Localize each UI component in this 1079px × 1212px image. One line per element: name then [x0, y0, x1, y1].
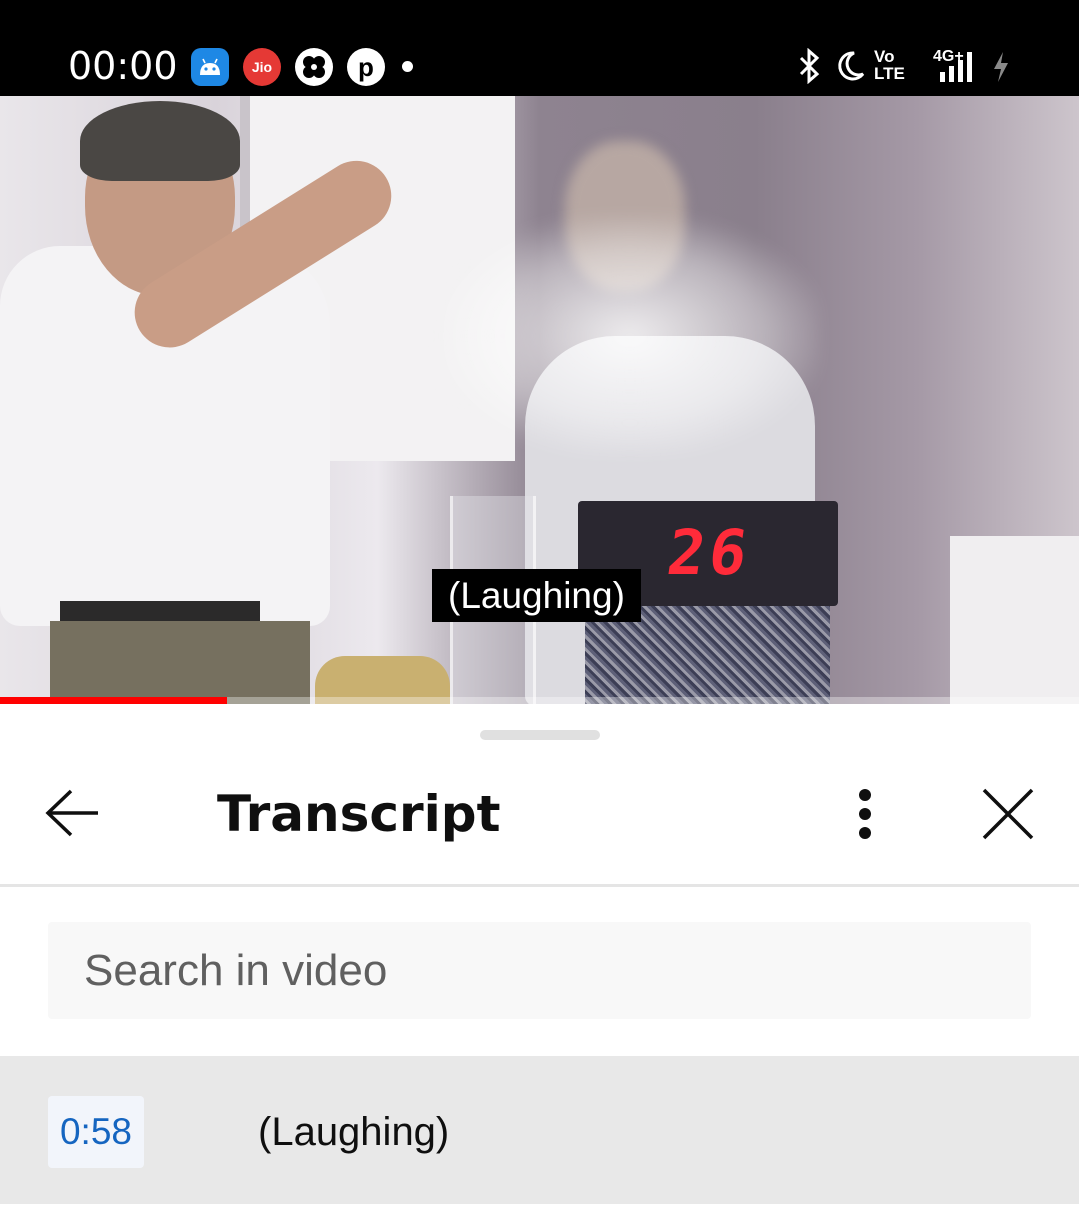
search-box[interactable] — [48, 922, 1031, 1019]
more-options-button[interactable] — [836, 782, 894, 846]
jio-icon: Jio — [243, 48, 281, 86]
video-scene-smoke — [440, 216, 820, 456]
more-vert-icon — [859, 789, 871, 839]
video-scene-counter-value: 26 — [662, 516, 756, 589]
transcript-segment[interactable]: 0:58 (Laughing) — [0, 1056, 1079, 1204]
pinterest-icon: p — [347, 48, 385, 86]
volte-icon: Vo LTE — [874, 47, 905, 83]
video-scene-cabinet — [950, 536, 1079, 704]
back-arrow-icon — [45, 789, 98, 837]
fan-app-icon — [295, 48, 333, 86]
signal-4g-icon — [938, 50, 980, 90]
back-button[interactable] — [36, 776, 110, 850]
do-not-disturb-moon-icon — [836, 48, 866, 88]
segment-timestamp[interactable]: 0:58 — [48, 1096, 144, 1168]
segment-text: (Laughing) — [258, 1110, 450, 1154]
drag-handle[interactable] — [480, 730, 600, 740]
video-scene-pants — [50, 621, 310, 704]
page-title: Transcript — [217, 785, 501, 843]
status-bar: 00:00 Jio p Vo LTE 4G+ — [0, 0, 1079, 96]
status-time: 00:00 — [68, 44, 178, 88]
video-caption: (Laughing) — [432, 569, 641, 622]
video-progress-fill — [0, 697, 227, 704]
search-input[interactable] — [84, 922, 1004, 1019]
battery-charging-icon — [990, 50, 1012, 90]
close-button[interactable] — [972, 778, 1044, 850]
video-scene-person-left-hair — [80, 101, 240, 181]
video-progress-bar[interactable] — [0, 697, 1079, 704]
android-app-icon — [191, 48, 229, 86]
notification-dot — [402, 61, 413, 72]
close-icon — [982, 788, 1034, 840]
transcript-panel: Transcript 0:58 (Laughing) — [0, 704, 1079, 1212]
bluetooth-icon — [795, 47, 825, 88]
header-divider — [0, 884, 1079, 887]
video-scene-belt — [60, 601, 260, 623]
